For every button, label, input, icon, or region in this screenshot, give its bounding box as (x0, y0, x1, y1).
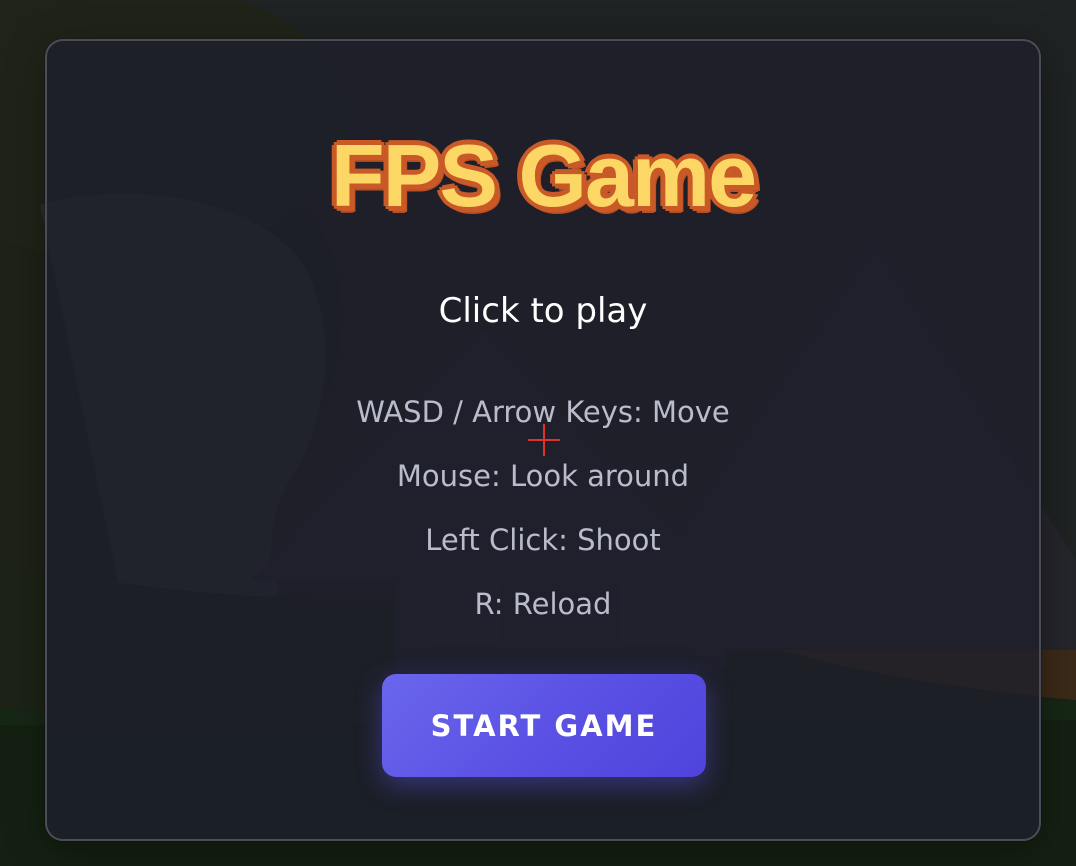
control-instruction-shoot: Left Click: Shoot (425, 523, 661, 557)
start-game-button[interactable]: START GAME (382, 674, 706, 777)
start-menu-panel: FPS Game Click to play WASD / Arrow Keys… (45, 39, 1041, 841)
control-instruction-reload: R: Reload (474, 587, 612, 621)
click-to-play-text: Click to play (438, 291, 648, 331)
control-instruction-move: WASD / Arrow Keys: Move (356, 395, 730, 429)
game-title: FPS Game (330, 126, 757, 225)
control-instruction-look: Mouse: Look around (396, 459, 690, 493)
